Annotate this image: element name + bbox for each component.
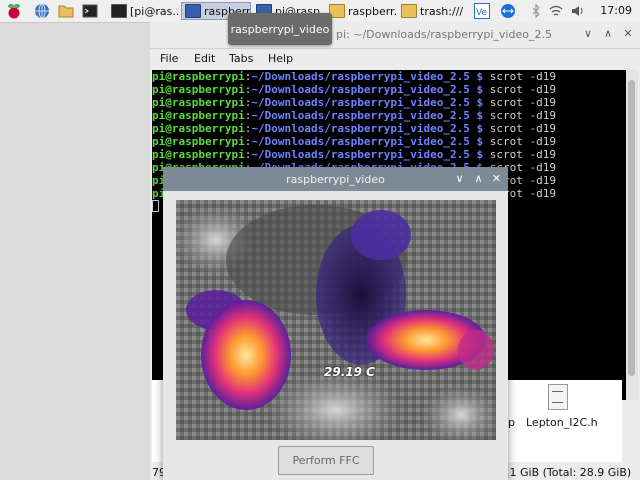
prompt-user: pi@raspberrypi	[152, 83, 245, 96]
prompt-path: ~/Downloads/raspberrypi_video_2.5 $	[251, 70, 484, 83]
command-space	[483, 83, 490, 96]
header-file-icon[interactable]	[548, 384, 568, 410]
taskbar-tooltip: raspberrypi_video	[228, 13, 332, 45]
terminal-line: pi@raspberrypi:~/Downloads/raspberrypi_v…	[152, 122, 626, 135]
file-label-fragment: p	[508, 416, 515, 429]
video-titlebar[interactable]: raspberrypi_video ∨ ∧ ✕	[163, 167, 508, 191]
command-text: scrot -d19	[489, 96, 556, 109]
perform-ffc-button[interactable]: Perform FFC	[278, 446, 374, 475]
raspberry-menu-icon[interactable]	[6, 3, 22, 19]
task-file-manager[interactable]: raspberr...	[326, 2, 396, 20]
terminal-icon	[111, 4, 127, 18]
scrollbar-thumb[interactable]	[628, 80, 635, 376]
terminal-scrollbar[interactable]	[626, 70, 638, 400]
command-text: scrot -d19	[489, 122, 556, 135]
terminal-line: pi@raspberrypi:~/Downloads/raspberrypi_v…	[152, 135, 626, 148]
terminal-titlebar[interactable]: pi: ~/Downloads/raspberrypi_video_2.5 ∨ …	[150, 22, 640, 49]
vnc-icon[interactable]: Ve	[474, 3, 490, 19]
task-label: trash:///	[420, 4, 464, 18]
prompt-path: ~/Downloads/raspberrypi_video_2.5 $	[251, 83, 484, 96]
command-space	[483, 135, 490, 148]
close-icon[interactable]: ✕	[621, 27, 635, 41]
terminal-menubar: File Edit Tabs Help	[150, 48, 640, 70]
wifi-icon[interactable]	[548, 3, 564, 19]
command-space	[483, 96, 490, 109]
menu-edit[interactable]: Edit	[194, 52, 215, 65]
prompt-user: pi@raspberrypi	[152, 148, 245, 161]
folder-icon[interactable]	[58, 3, 74, 19]
window-icon	[185, 4, 201, 18]
prompt-path: ~/Downloads/raspberrypi_video_2.5 $	[251, 135, 484, 148]
prompt-path: ~/Downloads/raspberrypi_video_2.5 $	[251, 122, 484, 135]
thermal-heatmap	[171, 200, 501, 450]
globe-icon[interactable]	[34, 3, 50, 19]
thermal-image: 29.19 C	[171, 200, 501, 450]
terminal-line: pi@raspberrypi:~/Downloads/raspberrypi_v…	[152, 96, 626, 109]
minimize-icon[interactable]: ∨	[453, 172, 466, 185]
terminal-icon[interactable]	[82, 3, 98, 19]
teamviewer-icon[interactable]	[500, 3, 516, 19]
command-space	[483, 148, 490, 161]
task-trash[interactable]: trash:///	[398, 2, 466, 20]
command-space	[483, 109, 490, 122]
video-window: raspberrypi_video ∨ ∧ ✕ 29.19 C Perform …	[163, 167, 508, 480]
command-text: scrot -d19	[489, 109, 556, 122]
command-space	[483, 122, 490, 135]
command-text: scrot -d19	[489, 70, 556, 83]
task-label: raspberr...	[348, 4, 396, 18]
command-space	[483, 70, 490, 83]
folder-icon	[401, 4, 417, 18]
maximize-icon[interactable]: ∧	[472, 172, 485, 185]
command-text: scrot -d19	[489, 83, 556, 96]
terminal-line: pi@raspberrypi:~/Downloads/raspberrypi_v…	[152, 70, 626, 83]
file-label[interactable]: Lepton_I2C.h	[526, 416, 598, 429]
bluetooth-icon[interactable]	[528, 3, 544, 19]
maximize-icon[interactable]: ∧	[601, 27, 615, 41]
menu-help[interactable]: Help	[268, 52, 293, 65]
command-text: scrot -d19	[489, 135, 556, 148]
prompt-user: pi@raspberrypi	[152, 135, 245, 148]
menu-tabs[interactable]: Tabs	[229, 52, 253, 65]
temperature-readout: 29.19 C	[324, 365, 375, 379]
volume-icon[interactable]	[570, 3, 586, 19]
terminal-line: pi@raspberrypi:~/Downloads/raspberrypi_v…	[152, 148, 626, 161]
prompt-path: ~/Downloads/raspberrypi_video_2.5 $	[251, 96, 484, 109]
terminal-line: pi@raspberrypi:~/Downloads/raspberrypi_v…	[152, 109, 626, 122]
prompt-user: pi@raspberrypi	[152, 122, 245, 135]
menu-file[interactable]: File	[160, 52, 178, 65]
clock[interactable]: 17:09	[600, 4, 632, 17]
status-text-right: .1 GiB (Total: 28.9 GiB)	[506, 466, 632, 479]
minimize-icon[interactable]: ∨	[581, 27, 595, 41]
terminal-title: pi: ~/Downloads/raspberrypi_video_2.5	[336, 28, 552, 41]
prompt-user: pi@raspberrypi	[152, 109, 245, 122]
terminal-cursor	[152, 200, 159, 212]
prompt-user: pi@raspberrypi	[152, 70, 245, 83]
task-terminal-1[interactable]: [pi@ras...	[108, 2, 178, 20]
terminal-line: pi@raspberrypi:~/Downloads/raspberrypi_v…	[152, 83, 626, 96]
close-icon[interactable]: ✕	[490, 172, 503, 185]
prompt-path: ~/Downloads/raspberrypi_video_2.5 $	[251, 148, 484, 161]
task-label: [pi@ras...	[130, 4, 178, 18]
svg-text:Ve: Ve	[476, 8, 487, 18]
prompt-user: pi@raspberrypi	[152, 96, 245, 109]
command-text: scrot -d19	[489, 148, 556, 161]
prompt-path: ~/Downloads/raspberrypi_video_2.5 $	[251, 109, 484, 122]
